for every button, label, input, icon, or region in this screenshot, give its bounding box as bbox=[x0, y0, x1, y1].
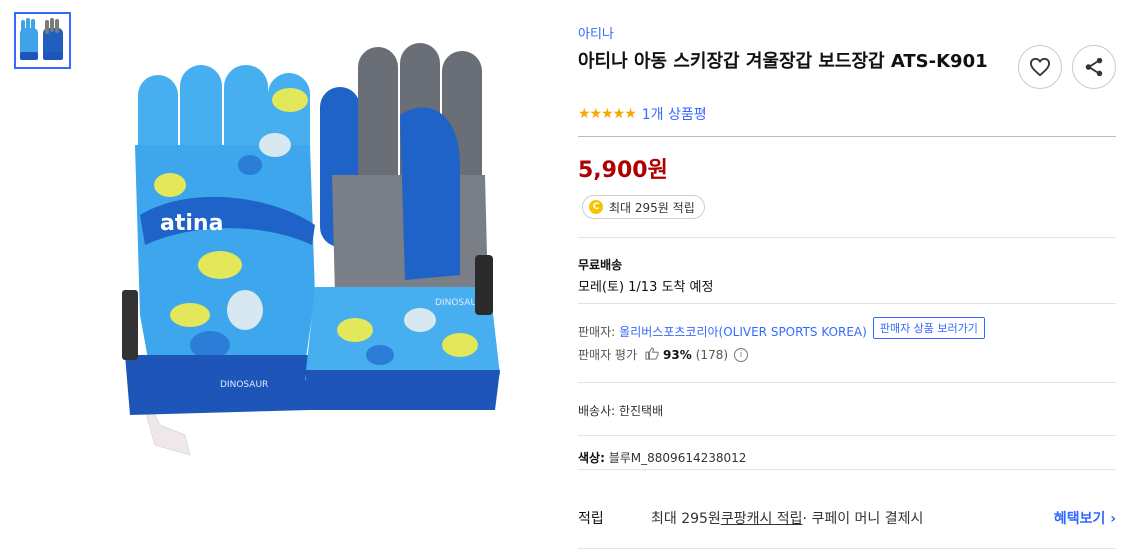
seller-rating-score: 93% bbox=[663, 347, 692, 362]
price: 5,900원 bbox=[578, 158, 668, 183]
free-shipping-label: 무료배송 bbox=[578, 258, 623, 272]
gloves-illustration: atina DINOSAUR DINOSAUR bbox=[122, 43, 500, 456]
left-glove: atina DINOSAUR bbox=[122, 65, 315, 456]
seller-name-link[interactable]: 올리버스포츠코리아(OLIVER SPORTS KOREA) bbox=[619, 323, 867, 340]
coupang-cash-link[interactable]: 쿠팡캐시 적립 bbox=[721, 508, 803, 528]
seller-rating-row: 판매자 평가 93% (178) i bbox=[578, 346, 749, 363]
divider bbox=[578, 136, 1116, 137]
heart-icon bbox=[1029, 57, 1051, 77]
product-title: 아티나 아동 스키장갑 겨울장갑 보드장갑 ATS-K901 bbox=[578, 51, 988, 72]
seller-rating-label: 판매자 평가 bbox=[578, 348, 638, 362]
coin-icon: C bbox=[589, 200, 603, 214]
divider bbox=[578, 237, 1116, 238]
divider bbox=[578, 469, 1116, 470]
rating-stars: ★★★★★ bbox=[578, 106, 637, 122]
divider bbox=[578, 303, 1116, 304]
review-count-link[interactable]: 1개 상품평 bbox=[642, 104, 707, 124]
glove-brand-text: atina bbox=[160, 211, 223, 236]
share-icon bbox=[1085, 57, 1103, 77]
left-print-text: DINOSAUR bbox=[220, 380, 268, 390]
reward-chip-text: 최대 295원 적립 bbox=[609, 200, 695, 215]
reward-text-suffix: · 쿠페이 머니 결제시 bbox=[802, 511, 924, 527]
right-glove: DINOSAUR bbox=[305, 43, 500, 410]
thumbs-up-icon bbox=[645, 346, 659, 363]
wishlist-button[interactable] bbox=[1018, 45, 1062, 89]
divider bbox=[578, 382, 1116, 383]
reward-row: 적립 최대 295원 쿠팡캐시 적립 · 쿠페이 머니 결제시 혜택보기 › bbox=[578, 508, 1116, 528]
divider bbox=[578, 435, 1116, 436]
reward-text-prefix: 최대 295원 bbox=[651, 511, 721, 527]
color-option-row: 색상: 블루M_8809614238012 bbox=[578, 449, 746, 466]
reward-label: 적립 bbox=[578, 511, 604, 527]
courier-info: 배송사: 한진택배 bbox=[578, 404, 664, 418]
reward-chip: C 최대 295원 적립 bbox=[582, 195, 705, 219]
seller-rating-count: (178) bbox=[695, 347, 729, 362]
seller-label: 판매자: bbox=[578, 324, 616, 339]
color-label: 색상: bbox=[578, 451, 605, 465]
brand-link[interactable]: 아티나 bbox=[578, 23, 614, 42]
share-button[interactable] bbox=[1072, 45, 1116, 89]
rating-row[interactable]: ★★★★★ 1개 상품평 bbox=[578, 104, 707, 124]
product-thumbnail[interactable] bbox=[14, 12, 71, 69]
arrival-date: 모레(토) 1/13 도착 예정 bbox=[578, 280, 714, 295]
divider bbox=[578, 548, 1116, 549]
view-benefits-link[interactable]: 혜택보기 › bbox=[1054, 508, 1116, 528]
seller-row: 판매자: 올리버스포츠코리아(OLIVER SPORTS KOREA) 판매자 … bbox=[578, 317, 985, 342]
info-icon[interactable]: i bbox=[734, 347, 749, 362]
main-product-image[interactable]: atina DINOSAUR DINOSAUR bbox=[100, 25, 540, 470]
seller-products-button[interactable]: 판매자 상품 보러가기 bbox=[872, 317, 985, 339]
color-value: 블루M_8809614238012 bbox=[608, 451, 747, 465]
thumbnail-glove-image bbox=[20, 18, 63, 60]
